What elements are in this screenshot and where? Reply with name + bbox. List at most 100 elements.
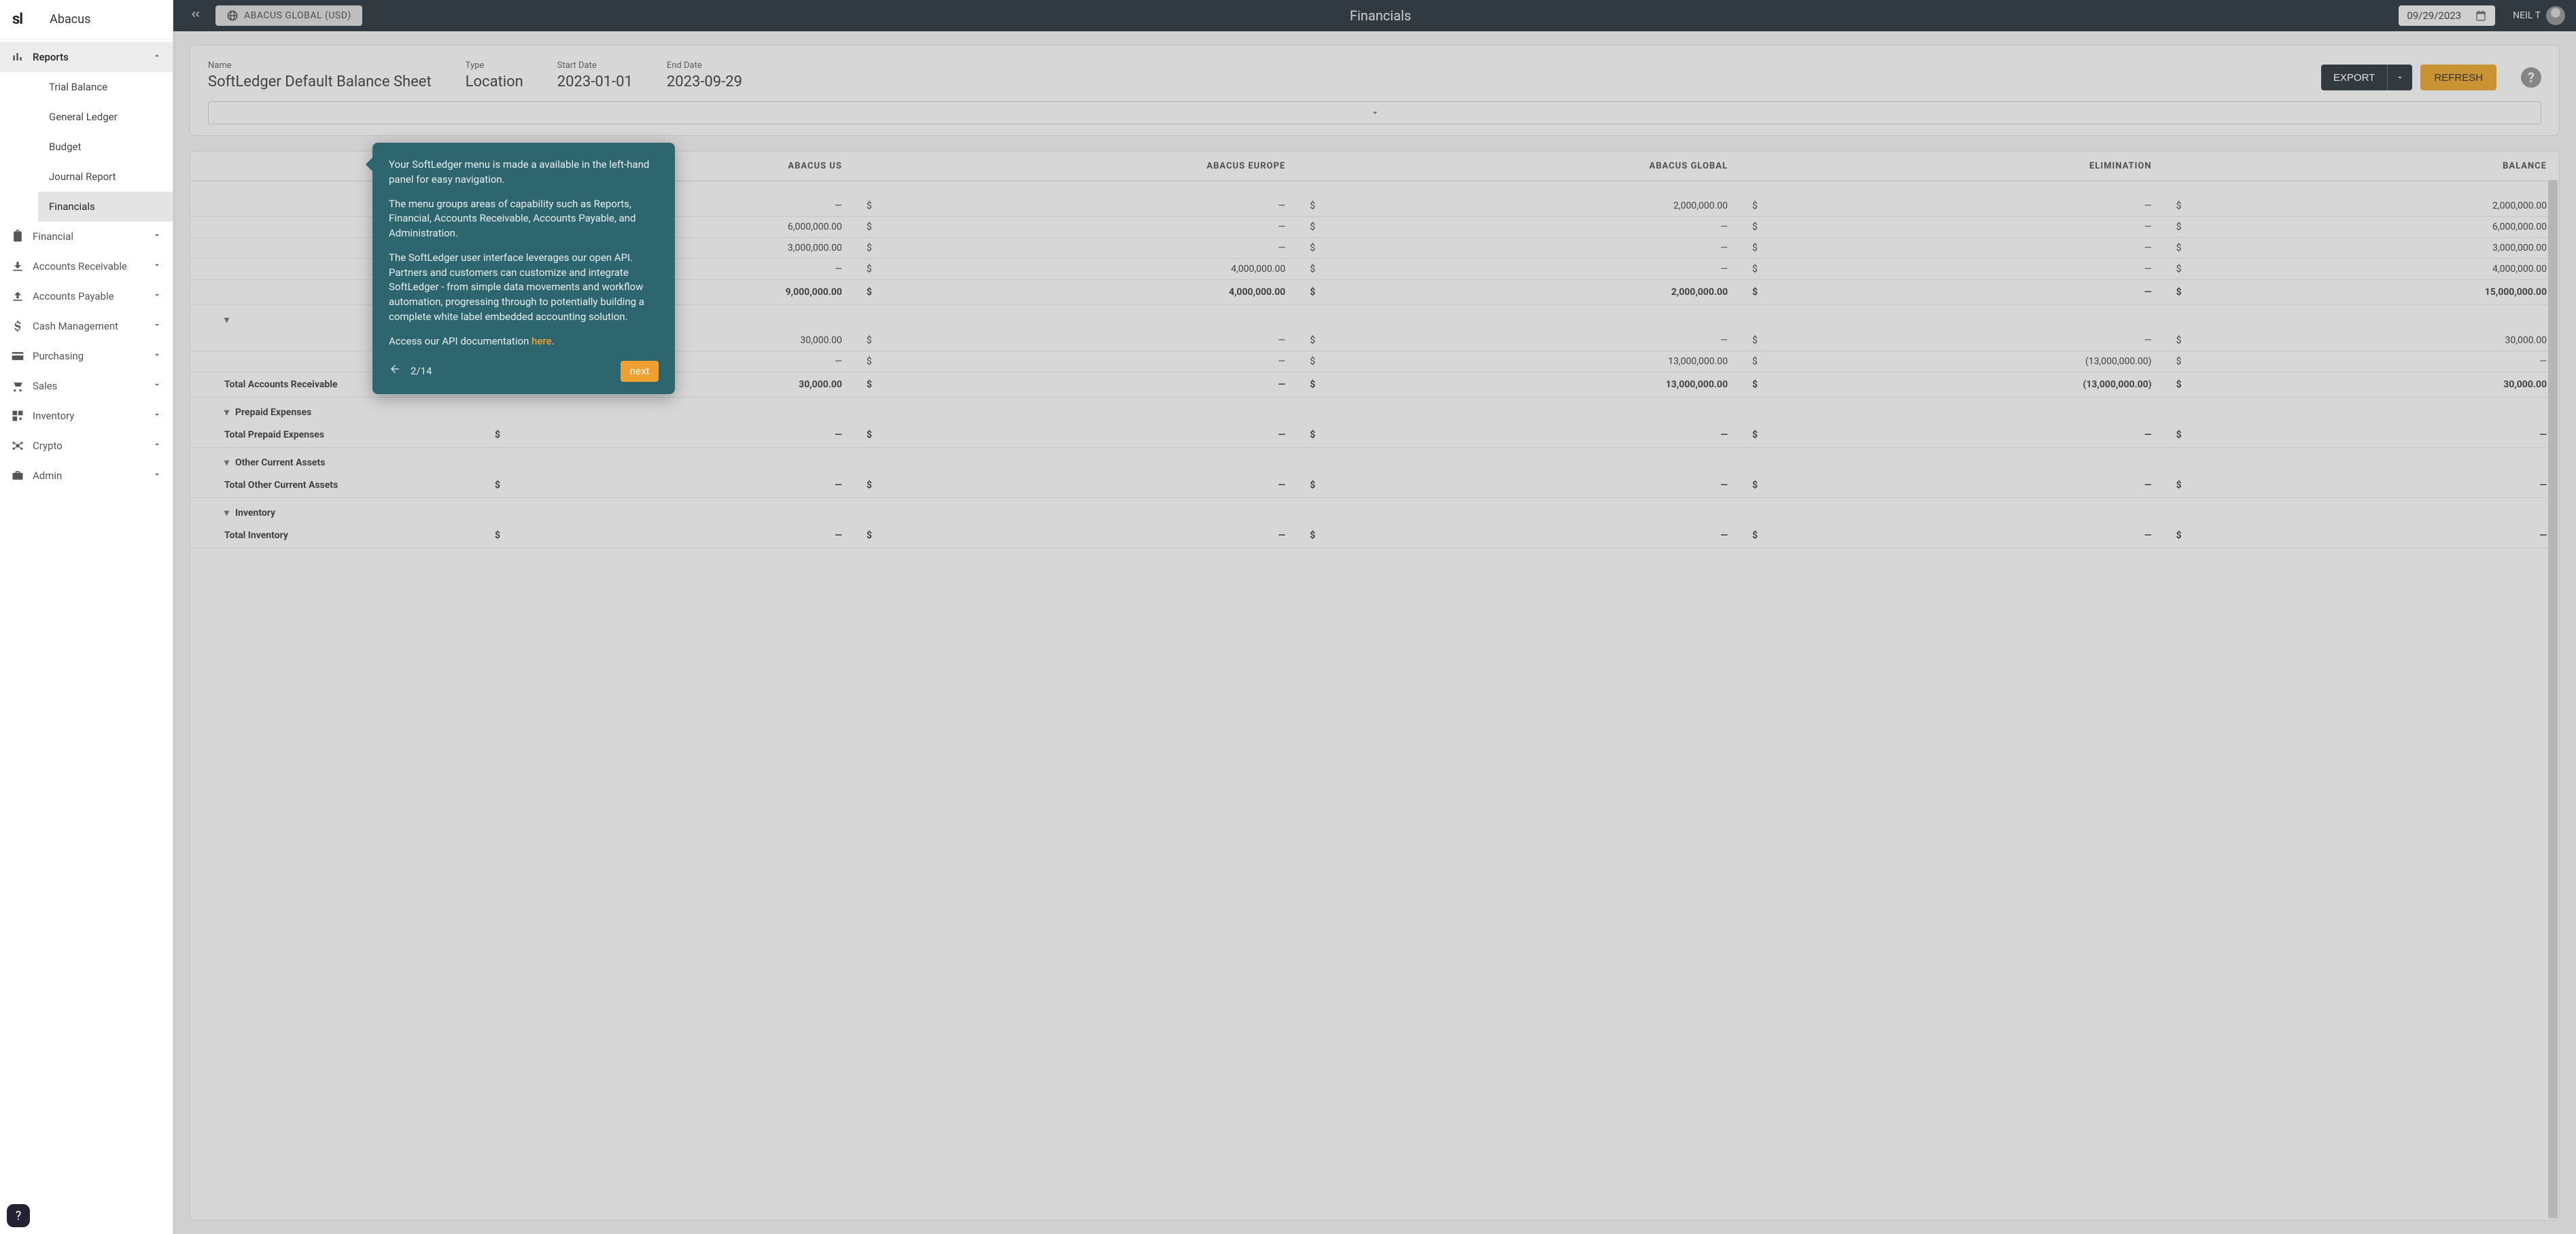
clipboard-icon (11, 230, 33, 243)
entity-selector[interactable]: ABACUS GLOBAL (USD) (215, 5, 362, 26)
tour-paragraph: Your SoftLedger menu is made a available… (389, 158, 659, 188)
sidebar-item-accounts-payable[interactable]: Accounts Payable (0, 281, 173, 311)
table-cell: $13,000,000.00 (1298, 372, 1740, 398)
chevron-down-icon (152, 290, 162, 302)
row-label[interactable]: ▾Prepaid Expenses (190, 398, 483, 423)
tour-paragraph: Access our API documentation here. (389, 334, 659, 349)
sidebar-nav: Reports Trial Balance General Ledger Bud… (0, 39, 173, 1234)
table-cell: $— (2164, 523, 2559, 548)
help-button[interactable]: ? (2521, 67, 2541, 88)
table-cell (1740, 398, 2164, 423)
download-icon (11, 260, 33, 273)
chevron-down-icon (152, 260, 162, 272)
sidebar-item-budget[interactable]: Budget (38, 132, 173, 162)
col-abacus-europe: ABACUS EUROPE (854, 152, 1298, 181)
row-label[interactable]: ▾Inventory (190, 498, 483, 524)
table-cell (1740, 305, 2164, 331)
tour-back-button[interactable] (389, 363, 401, 381)
report-start-date-field: Start Date 2023-01-01 (557, 60, 633, 90)
report-name-field: Name SoftLedger Default Balance Sheet (208, 60, 432, 90)
report-type-field: Type Location (466, 60, 523, 90)
collapse-sidebar-button[interactable] (184, 7, 206, 24)
table-cell (2164, 448, 2559, 474)
table-cell: $4,000,000.00 (2164, 259, 2559, 280)
sidebar-item-cash-management[interactable]: Cash Management (0, 311, 173, 341)
sidebar-item-purchasing[interactable]: Purchasing (0, 341, 173, 371)
table-cell (2164, 398, 2559, 423)
sidebar-item-crypto[interactable]: Crypto (0, 431, 173, 461)
table-cell: $— (1740, 280, 2164, 305)
export-button[interactable]: EXPORT (2321, 65, 2412, 90)
table-cell: $— (1298, 330, 1740, 351)
help-bubble-button[interactable]: ? (7, 1204, 30, 1227)
user-menu[interactable]: NEIL T (2513, 6, 2565, 25)
sidebar-item-reports[interactable]: Reports (0, 42, 173, 72)
date-value: 09/29/2023 (2407, 10, 2461, 22)
chevron-down-icon: ▾ (224, 407, 232, 418)
sidebar-item-accounts-receivable[interactable]: Accounts Receivable (0, 251, 173, 281)
row-label[interactable]: ▾Other Current Assets (190, 448, 483, 474)
table-cell (1740, 181, 2164, 196)
tour-api-link[interactable]: here (532, 335, 552, 347)
chevron-down-icon: ▾ (224, 457, 232, 468)
brand-name: Abacus (50, 12, 90, 27)
chevron-down-icon (152, 350, 162, 362)
table-cell: $— (1740, 330, 2164, 351)
date-picker[interactable]: 09/29/2023 (2399, 5, 2495, 26)
chevron-down-icon (152, 230, 162, 243)
calendar-icon (2475, 10, 2487, 22)
table-cell: $— (1298, 523, 1740, 548)
table-cell (483, 498, 854, 524)
sidebar: sl Abacus Reports Trial Balance General … (0, 0, 173, 1234)
table-cell: $2,000,000.00 (1298, 196, 1740, 217)
table-cell (483, 448, 854, 474)
table-cell: $— (1740, 238, 2164, 259)
report-header-card: Name SoftLedger Default Balance Sheet Ty… (190, 45, 2560, 136)
table-cell: $15,000,000.00 (2164, 280, 2559, 305)
table-cell (2164, 305, 2559, 331)
sidebar-item-general-ledger[interactable]: General Ledger (38, 102, 173, 132)
dollar-icon (11, 319, 33, 333)
row-label: Total Other Current Assets (190, 473, 483, 498)
cart-icon (11, 379, 33, 393)
user-name: NEIL T (2513, 10, 2541, 21)
chevron-double-left-icon (188, 7, 202, 21)
sidebar-item-financials[interactable]: Financials (38, 192, 173, 222)
table-cell: $— (854, 473, 1298, 498)
chevron-down-icon (152, 470, 162, 482)
topbar: ABACUS GLOBAL (USD) Financials 09/29/202… (173, 0, 2576, 31)
table-cell: $— (1740, 473, 2164, 498)
table-cell: $4,000,000.00 (854, 280, 1298, 305)
chevron-down-icon (152, 410, 162, 422)
table-cell (1298, 398, 1740, 423)
sidebar-item-financial[interactable]: Financial (0, 222, 173, 251)
filter-expander[interactable] (208, 101, 2541, 124)
question-icon: ? (16, 1209, 22, 1223)
bar-chart-icon (11, 50, 33, 64)
table-row: ▾Other Current Assets (190, 448, 2559, 474)
table-cell: $— (1298, 423, 1740, 448)
table-cell: $— (1298, 259, 1740, 280)
tour-next-button[interactable]: next (621, 361, 659, 382)
table-row: ▾Inventory (190, 498, 2559, 524)
table-cell (1740, 448, 2164, 474)
export-dropdown-toggle[interactable] (2387, 65, 2412, 90)
sidebar-item-inventory[interactable]: Inventory (0, 401, 173, 431)
table-cell: $— (1298, 217, 1740, 238)
sidebar-item-sales[interactable]: Sales (0, 371, 173, 401)
table-cell: $— (854, 351, 1298, 372)
scrollbar[interactable] (2548, 180, 2558, 1218)
sidebar-item-trial-balance[interactable]: Trial Balance (38, 72, 173, 102)
table-cell (2164, 181, 2559, 196)
table-cell: $— (854, 330, 1298, 351)
table-row: Total Inventory$—$—$—$—$— (190, 523, 2559, 548)
table-cell: $— (483, 523, 854, 548)
refresh-button[interactable]: REFRESH (2420, 65, 2496, 90)
upload-icon (11, 289, 33, 303)
crypto-icon (11, 439, 33, 453)
sidebar-item-journal-report[interactable]: Journal Report (38, 162, 173, 192)
sidebar-item-admin[interactable]: Admin (0, 461, 173, 491)
tour-step-counter: 2/14 (411, 364, 432, 379)
table-cell: $30,000.00 (2164, 330, 2559, 351)
table-cell: $13,000,000.00 (1298, 351, 1740, 372)
